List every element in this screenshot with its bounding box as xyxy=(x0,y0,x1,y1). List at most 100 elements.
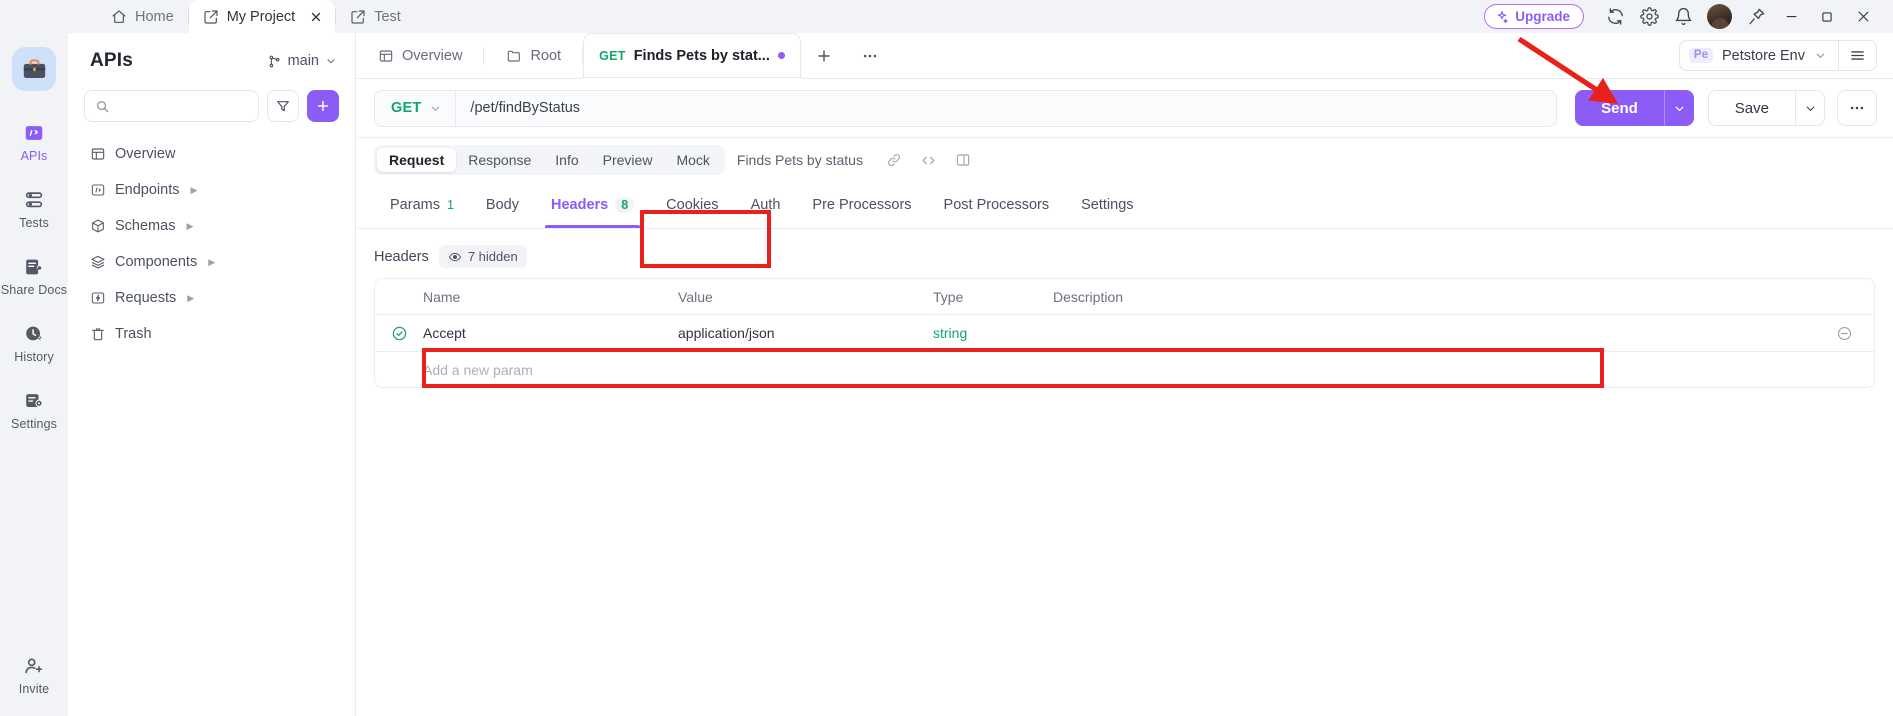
chevron-right-icon[interactable]: ▶ xyxy=(186,221,193,232)
search-input[interactable] xyxy=(118,98,248,114)
panel-layout-icon[interactable] xyxy=(946,152,980,168)
segment-response[interactable]: Response xyxy=(456,148,543,172)
send-dropdown-caret[interactable] xyxy=(1663,90,1694,126)
window-tab-my-project[interactable]: My Project xyxy=(188,0,336,33)
window-tab-home[interactable]: Home xyxy=(97,0,188,33)
minus-circle-icon[interactable] xyxy=(1814,325,1874,342)
tests-icon xyxy=(23,189,45,211)
chevron-right-icon[interactable]: ▶ xyxy=(208,257,215,268)
send-button[interactable]: Send xyxy=(1575,90,1664,126)
segment-mock[interactable]: Mock xyxy=(664,148,721,172)
app-body: APIs Tests Share Docs History Settings I… xyxy=(0,33,1893,716)
segment-info[interactable]: Info xyxy=(543,148,590,172)
environment-name: Petstore Env xyxy=(1721,47,1805,64)
maximize-icon[interactable] xyxy=(1809,0,1845,33)
window-tab-strip: Home My Project Test xyxy=(97,0,415,33)
sidebar-item-settings[interactable]: Settings xyxy=(0,381,68,438)
tab-auth[interactable]: Auth xyxy=(735,182,797,228)
chevron-down-icon xyxy=(1814,49,1827,62)
search-box[interactable] xyxy=(84,90,259,122)
more-horizontal-icon[interactable] xyxy=(847,33,893,78)
app-window: Home My Project Test Upgrade APIs Tests … xyxy=(0,0,1893,716)
hamburger-icon[interactable] xyxy=(1838,41,1876,70)
environment-controls: Pe Petstore Env xyxy=(1678,33,1893,78)
segment-preview[interactable]: Preview xyxy=(591,148,665,172)
avatar[interactable] xyxy=(1707,4,1732,29)
request-tab-overview[interactable]: Overview xyxy=(356,33,485,78)
pin-icon[interactable] xyxy=(1739,0,1773,33)
tree-item-overview[interactable]: Overview xyxy=(84,136,339,172)
sidebar-item-history[interactable]: History xyxy=(0,314,68,371)
tab-params[interactable]: Params 1 xyxy=(374,182,470,228)
tab-label: Cookies xyxy=(666,197,719,213)
tree-item-components[interactable]: Components ▶ xyxy=(84,244,339,280)
column-header-description: Description xyxy=(1053,288,1124,305)
filter-icon[interactable] xyxy=(267,90,299,122)
bell-icon[interactable] xyxy=(1666,0,1700,33)
add-header-row[interactable]: Add a new param xyxy=(375,351,1874,387)
tree-item-requests[interactable]: Requests ▶ xyxy=(84,280,339,316)
link-icon[interactable] xyxy=(877,152,911,168)
segment-request[interactable]: Request xyxy=(377,148,457,172)
tab-post-processors[interactable]: Post Processors xyxy=(928,182,1066,228)
sidebar-item-share-docs[interactable]: Share Docs xyxy=(0,247,68,304)
tree-item-label: Endpoints xyxy=(115,182,180,198)
gear-icon[interactable] xyxy=(1632,0,1666,33)
close-icon[interactable] xyxy=(1845,0,1881,33)
chevron-right-icon[interactable]: ▶ xyxy=(191,185,198,196)
header-type-cell[interactable]: string xyxy=(933,325,1053,341)
window-titlebar: Home My Project Test Upgrade xyxy=(0,0,1893,33)
plus-icon[interactable] xyxy=(801,33,847,78)
tab-cookies[interactable]: Cookies xyxy=(650,182,734,228)
environment-dropdown[interactable]: Pe Petstore Env xyxy=(1680,41,1838,70)
code-icon[interactable] xyxy=(911,152,946,169)
save-button[interactable]: Save xyxy=(1707,90,1795,126)
tree-item-schemas[interactable]: Schemas ▶ xyxy=(84,208,339,244)
apis-tree: Overview Endpoints ▶ Schemas ▶ Component… xyxy=(84,136,339,352)
tree-item-trash[interactable]: Trash xyxy=(84,316,339,352)
tab-headers[interactable]: Headers 8 xyxy=(535,182,650,228)
overview-icon xyxy=(90,146,106,162)
folder-icon xyxy=(506,48,522,64)
close-icon[interactable] xyxy=(307,9,325,25)
url-bar: GET Send Save xyxy=(356,79,1893,138)
http-method-badge: GET xyxy=(599,48,626,63)
branch-selector[interactable]: main xyxy=(267,53,337,69)
http-method-selector[interactable]: GET xyxy=(375,90,457,126)
request-tab-finds-pets-by-status[interactable]: GET Finds Pets by stat... xyxy=(583,33,801,79)
add-row-placeholder[interactable]: Add a new param xyxy=(423,362,678,378)
chevron-right-icon[interactable]: ▶ xyxy=(187,293,194,304)
table-row[interactable]: Accept application/json string xyxy=(375,314,1874,351)
url-input[interactable] xyxy=(456,90,1557,126)
add-api-button[interactable] xyxy=(307,90,339,122)
tab-body[interactable]: Body xyxy=(470,182,535,228)
window-tab-test[interactable]: Test xyxy=(336,0,415,33)
sidebar-item-tests[interactable]: Tests xyxy=(0,180,68,237)
tree-item-endpoints[interactable]: Endpoints ▶ xyxy=(84,172,339,208)
header-value-cell[interactable]: application/json xyxy=(678,325,933,341)
briefcase-icon[interactable] xyxy=(12,47,56,91)
minimize-icon[interactable] xyxy=(1773,0,1809,33)
request-tab-label: Finds Pets by stat... xyxy=(633,47,770,64)
header-name-cell[interactable]: Accept xyxy=(423,325,678,341)
row-enabled-checkbox[interactable] xyxy=(375,325,423,342)
sidebar-item-label: APIs xyxy=(20,149,48,163)
column-header-type: Type xyxy=(933,288,964,305)
request-tab-root[interactable]: Root xyxy=(484,33,584,78)
request-more-menu[interactable] xyxy=(1837,90,1877,126)
tab-settings[interactable]: Settings xyxy=(1065,182,1149,228)
sparkle-icon xyxy=(1495,10,1509,24)
tab-pre-processors[interactable]: Pre Processors xyxy=(796,182,927,228)
overview-icon xyxy=(378,48,394,64)
save-dropdown-caret[interactable] xyxy=(1795,90,1825,126)
sync-icon[interactable] xyxy=(1598,0,1632,33)
upgrade-button[interactable]: Upgrade xyxy=(1484,4,1584,29)
hidden-headers-chip[interactable]: 7 hidden xyxy=(438,245,527,268)
components-icon xyxy=(90,254,106,270)
main-content: Overview Root GET Finds Pets by stat... xyxy=(356,33,1893,716)
tree-item-label: Overview xyxy=(115,146,176,162)
tab-label: Params xyxy=(390,197,440,213)
sidebar-item-invite[interactable]: Invite xyxy=(0,646,68,706)
url-field: GET xyxy=(374,89,1558,127)
sidebar-item-apis[interactable]: APIs xyxy=(0,113,68,170)
